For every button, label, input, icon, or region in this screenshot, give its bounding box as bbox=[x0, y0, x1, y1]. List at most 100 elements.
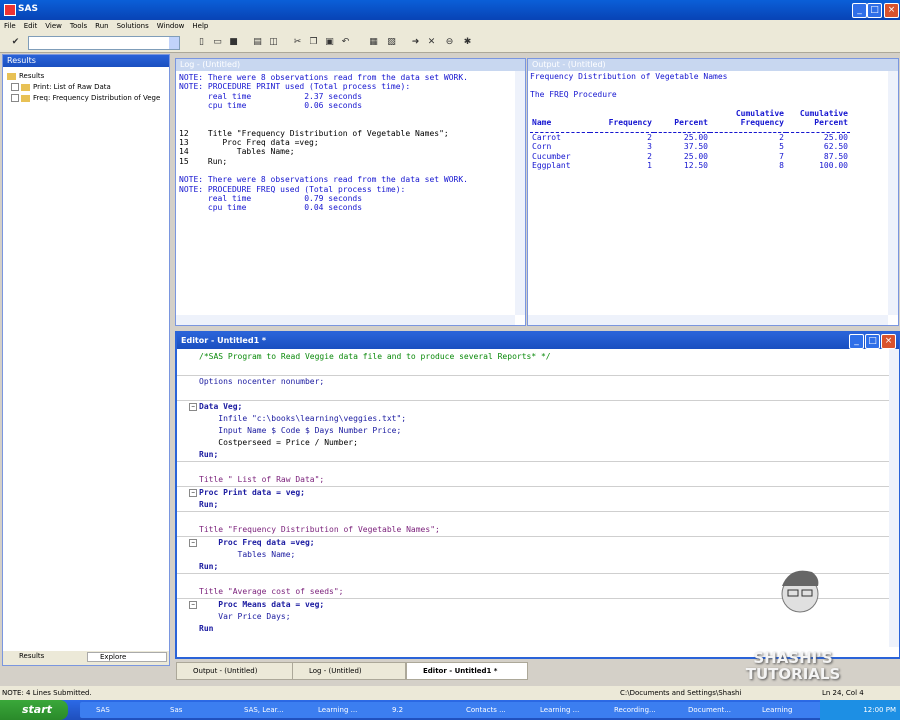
table-cell: Corn bbox=[532, 142, 552, 152]
expand-icon[interactable] bbox=[11, 83, 19, 91]
tree-item-freq[interactable]: Freq: Frequency Distribution of Vege bbox=[7, 93, 165, 104]
code-line[interactable]: Options nocenter nonumber; bbox=[177, 376, 899, 388]
status-message: NOTE: 4 Lines Submitted. bbox=[2, 689, 92, 697]
chevron-down-icon[interactable] bbox=[169, 37, 179, 49]
code-line[interactable]: Costperseed = Price / Number; bbox=[177, 437, 899, 449]
collapse-icon[interactable]: − bbox=[189, 539, 197, 547]
code-text: Run; bbox=[199, 500, 219, 509]
taskbar-item[interactable]: Learning bbox=[746, 702, 830, 718]
command-box[interactable] bbox=[28, 36, 180, 50]
collapse-icon[interactable]: − bbox=[189, 601, 197, 609]
output-title: Output - (Untitled) bbox=[528, 59, 898, 71]
tab-log[interactable]: Log - (Untitled) bbox=[292, 662, 406, 680]
avatar-icon bbox=[781, 570, 819, 613]
menu-file[interactable]: File bbox=[0, 20, 20, 32]
editor-minimize-button[interactable]: _ bbox=[849, 334, 864, 349]
editor-vertical-scrollbar[interactable] bbox=[889, 349, 899, 647]
new-library-icon[interactable]: ▦ bbox=[368, 37, 379, 48]
explorer-icon[interactable]: ▧ bbox=[386, 37, 397, 48]
column-header bbox=[654, 109, 710, 118]
column-header: Name bbox=[532, 117, 552, 127]
menu-edit[interactable]: Edit bbox=[20, 20, 42, 32]
menu-solutions[interactable]: Solutions bbox=[113, 20, 153, 32]
table-cell: Carrot bbox=[532, 133, 561, 143]
code-line[interactable] bbox=[177, 462, 899, 474]
code-line[interactable]: Run; bbox=[177, 499, 899, 512]
tree-item-results[interactable]: Results bbox=[7, 71, 165, 82]
code-text: Run; bbox=[199, 450, 219, 459]
menu-tools[interactable]: Tools bbox=[66, 20, 91, 32]
code-line[interactable]: Infile "c:\books\learning\veggies.txt"; bbox=[177, 413, 899, 425]
code-line[interactable]: Title " List of Raw Data"; bbox=[177, 474, 899, 487]
menu-help[interactable]: Help bbox=[188, 20, 212, 32]
help-icon[interactable]: ✱ bbox=[462, 37, 473, 48]
code-line[interactable]: Input Name $ Code $ Days Number Price; bbox=[177, 425, 899, 437]
cut-icon[interactable]: ✂ bbox=[292, 37, 303, 48]
copy-icon[interactable]: ❐ bbox=[308, 37, 319, 48]
checkmark-icon[interactable]: ✔ bbox=[10, 37, 21, 48]
tab-output[interactable]: Output - (Untitled) bbox=[176, 662, 300, 680]
tab-results[interactable]: Results bbox=[7, 652, 44, 660]
log-line: real time 0.79 seconds bbox=[179, 193, 363, 203]
print-icon[interactable]: ▤ bbox=[252, 37, 263, 48]
column-header bbox=[530, 109, 590, 118]
run-icon[interactable]: ➜ bbox=[410, 37, 421, 48]
code-line[interactable]: /*SAS Program to Read Veggie data file a… bbox=[177, 351, 899, 363]
output-vertical-scrollbar[interactable] bbox=[888, 71, 898, 315]
column-header bbox=[590, 109, 654, 118]
code-text: Proc Print data = veg; bbox=[199, 488, 305, 497]
collapse-icon[interactable]: − bbox=[189, 403, 197, 411]
code-line[interactable]: Run; bbox=[177, 449, 899, 462]
close-button[interactable]: × bbox=[884, 3, 899, 18]
log-vertical-scrollbar[interactable] bbox=[515, 71, 525, 315]
table-cell: 5 bbox=[779, 142, 784, 152]
output-content: Frequency Distribution of Vegetable Name… bbox=[528, 71, 898, 171]
table-cell: Cucumber bbox=[532, 151, 571, 161]
log-line: 12 Title "Frequency Distribution of Vege… bbox=[179, 128, 449, 138]
table-cell: 87.50 bbox=[823, 151, 848, 161]
undo-icon[interactable]: ↶ bbox=[340, 37, 351, 48]
code-line[interactable]: − Proc Freq data =veg; bbox=[177, 537, 899, 549]
minimize-button[interactable]: _ bbox=[852, 3, 867, 18]
code-text: Title "Frequency Distribution of Vegetab… bbox=[199, 525, 440, 534]
code-text: Costperseed = Price / Number; bbox=[199, 438, 358, 447]
maximize-button[interactable]: □ bbox=[867, 3, 882, 18]
menu-window[interactable]: Window bbox=[153, 20, 189, 32]
clear-icon[interactable]: ✕ bbox=[426, 37, 437, 48]
output-horizontal-scrollbar[interactable] bbox=[528, 315, 888, 325]
folder-icon bbox=[7, 72, 16, 80]
code-line[interactable]: Title "Frequency Distribution of Vegetab… bbox=[177, 524, 899, 537]
paste-icon[interactable]: ▣ bbox=[324, 37, 335, 48]
menu-run[interactable]: Run bbox=[91, 20, 112, 32]
tree-item-print[interactable]: Print: List of Raw Data bbox=[7, 82, 165, 93]
code-text: Tables Name; bbox=[199, 550, 296, 559]
save-icon[interactable]: ■ bbox=[228, 37, 239, 48]
start-button[interactable]: start bbox=[0, 700, 68, 720]
menu-view[interactable]: View bbox=[41, 20, 66, 32]
code-line[interactable] bbox=[177, 388, 899, 401]
code-line[interactable]: − Data Veg; bbox=[177, 401, 899, 413]
log-window: Log - (Untitled) NOTE: There were 8 obse… bbox=[175, 58, 526, 326]
preview-icon[interactable]: ◫ bbox=[268, 37, 279, 48]
code-line[interactable]: − Proc Print data = veg; bbox=[177, 487, 899, 499]
editor-maximize-button[interactable]: □ bbox=[865, 334, 880, 349]
column-header: Percent bbox=[674, 117, 708, 127]
code-line[interactable] bbox=[177, 512, 899, 524]
code-line[interactable] bbox=[177, 363, 899, 376]
open-icon[interactable]: ▭ bbox=[212, 37, 223, 48]
code-text: Title " List of Raw Data"; bbox=[199, 475, 325, 484]
code-text: Options nocenter nonumber; bbox=[199, 377, 325, 386]
editor-close-button[interactable]: × bbox=[881, 334, 896, 349]
log-horizontal-scrollbar[interactable] bbox=[176, 315, 515, 325]
collapse-icon[interactable]: − bbox=[189, 489, 197, 497]
table-cell: 2 bbox=[647, 133, 652, 143]
expand-icon[interactable] bbox=[11, 94, 19, 102]
table-cell: 12.50 bbox=[683, 161, 708, 171]
new-icon[interactable]: ▯ bbox=[196, 37, 207, 48]
tab-explore[interactable]: Explore bbox=[87, 652, 167, 662]
break-icon[interactable]: ⊖ bbox=[444, 37, 455, 48]
tab-editor[interactable]: Editor - Untitled1 * bbox=[406, 662, 528, 680]
